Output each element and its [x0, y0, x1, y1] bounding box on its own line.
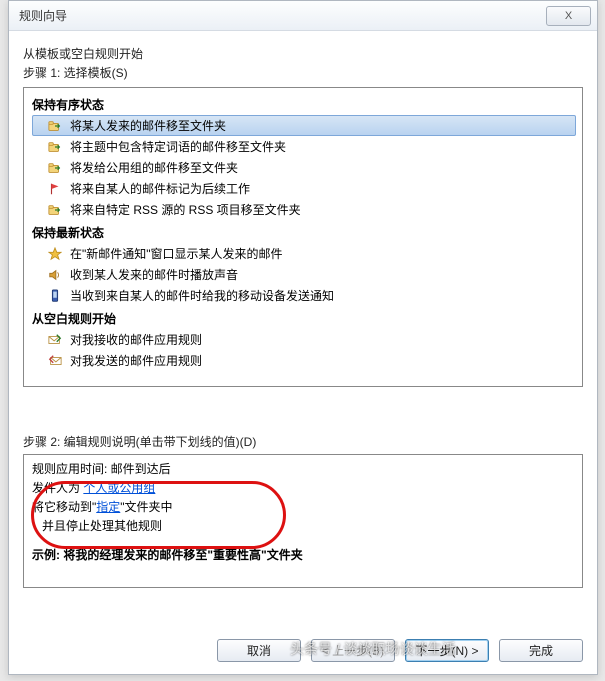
step1-label: 步骤 1: 选择模板(S) — [23, 64, 583, 81]
template-item[interactable]: 将某人发来的邮件移至文件夹 — [32, 115, 576, 136]
template-item-label: 在"新邮件通知"窗口显示某人发来的邮件 — [70, 245, 283, 262]
template-item[interactable]: 将来自某人的邮件标记为后续工作 — [32, 178, 576, 199]
desc-moveto: 将它移动到"指定"文件夹中 — [32, 498, 574, 517]
template-item[interactable]: 将主题中包含特定词语的邮件移至文件夹 — [32, 136, 576, 157]
template-item-label: 当收到来自某人的邮件时给我的移动设备发送通知 — [70, 287, 334, 304]
mail-in-icon — [46, 332, 64, 348]
template-item-label: 将某人发来的邮件移至文件夹 — [70, 117, 226, 134]
client-area: 从模板或空白规则开始 步骤 1: 选择模板(S) 保持有序状态将某人发来的邮件移… — [9, 31, 597, 598]
template-item-label: 将来自某人的邮件标记为后续工作 — [70, 180, 250, 197]
rule-description-box: 规则应用时间: 邮件到达后 发件人为 个人或公用组 将它移动到"指定"文件夹中 … — [23, 454, 583, 588]
next-button[interactable]: 下一步(N) > — [405, 639, 489, 662]
folder-move-icon — [46, 202, 64, 218]
button-bar: 取消 < 上一步(B) 下一步(N) > 完成 — [217, 639, 583, 662]
link-specified-folder[interactable]: 指定 — [96, 500, 120, 514]
template-item[interactable]: 对我发送的邮件应用规则 — [32, 350, 576, 371]
back-button[interactable]: < 上一步(B) — [311, 639, 395, 662]
template-listbox[interactable]: 保持有序状态将某人发来的邮件移至文件夹将主题中包含特定词语的邮件移至文件夹将发给… — [23, 87, 583, 387]
mobile-icon — [46, 288, 64, 304]
sound-icon — [46, 267, 64, 283]
step2-label: 步骤 2: 编辑规则说明(单击带下划线的值)(D) — [23, 433, 583, 450]
rules-wizard-window: 规则向导 X 从模板或空白规则开始 步骤 1: 选择模板(S) 保持有序状态将某… — [8, 0, 598, 675]
intro-text: 从模板或空白规则开始 — [23, 45, 583, 62]
folder-move-icon — [46, 118, 64, 134]
desc-from: 发件人为 个人或公用组 — [32, 479, 574, 498]
mail-out-icon — [46, 353, 64, 369]
star-icon — [46, 246, 64, 262]
template-item[interactable]: 将发给公用组的邮件移至文件夹 — [32, 157, 576, 178]
link-people-or-group[interactable]: 个人或公用组 — [83, 481, 155, 495]
group-header: 从空白规则开始 — [32, 310, 576, 327]
template-item-label: 将来自特定 RSS 源的 RSS 项目移至文件夹 — [70, 201, 301, 218]
template-item-label: 对我接收的邮件应用规则 — [70, 331, 202, 348]
close-button[interactable]: X — [546, 6, 591, 26]
folder-move-icon — [46, 160, 64, 176]
finish-button[interactable]: 完成 — [499, 639, 583, 662]
template-item-label: 将主题中包含特定词语的邮件移至文件夹 — [70, 138, 286, 155]
group-header: 保持最新状态 — [32, 224, 576, 241]
titlebar: 规则向导 X — [9, 1, 597, 31]
cancel-button[interactable]: 取消 — [217, 639, 301, 662]
desc-example: 示例: 将我的经理发来的邮件移至"重要性高"文件夹 — [32, 546, 574, 565]
template-item[interactable]: 当收到来自某人的邮件时给我的移动设备发送通知 — [32, 285, 576, 306]
template-item[interactable]: 收到某人发来的邮件时播放声音 — [32, 264, 576, 285]
desc-stop: 并且停止处理其他规则 — [32, 517, 574, 536]
template-item-label: 收到某人发来的邮件时播放声音 — [70, 266, 238, 283]
desc-when: 规则应用时间: 邮件到达后 — [32, 460, 574, 479]
template-item-label: 将发给公用组的邮件移至文件夹 — [70, 159, 238, 176]
template-item[interactable]: 将来自特定 RSS 源的 RSS 项目移至文件夹 — [32, 199, 576, 220]
template-item-label: 对我发送的邮件应用规则 — [70, 352, 202, 369]
template-item[interactable]: 在"新邮件通知"窗口显示某人发来的邮件 — [32, 243, 576, 264]
folder-move-icon — [46, 139, 64, 155]
template-item[interactable]: 对我接收的邮件应用规则 — [32, 329, 576, 350]
window-title: 规则向导 — [19, 7, 546, 24]
flag-icon — [46, 181, 64, 197]
group-header: 保持有序状态 — [32, 96, 576, 113]
